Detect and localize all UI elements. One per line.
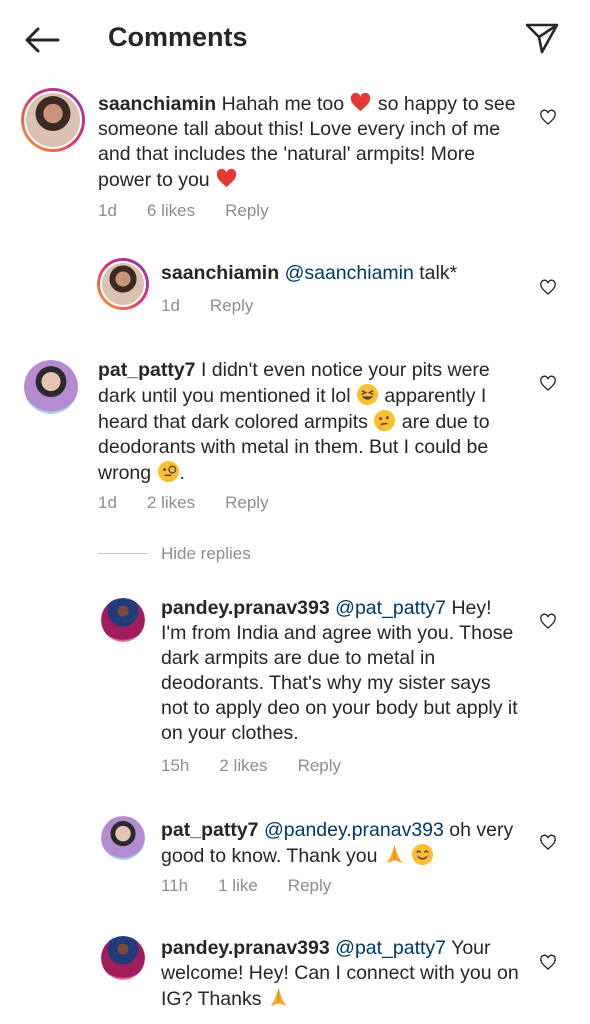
- thinking-face-emoji-icon: [374, 409, 396, 432]
- comment-likes[interactable]: 6 likes: [147, 201, 195, 221]
- avatar[interactable]: [101, 936, 145, 980]
- reply-button[interactable]: Reply: [288, 876, 331, 896]
- paper-plane-icon: [525, 23, 559, 54]
- header: Comments: [0, 0, 590, 80]
- avatar[interactable]: [101, 598, 145, 642]
- comment-username[interactable]: pat_patty7: [98, 359, 196, 381]
- comment-text: pandey.pranav393 @pat_patty7 Hey! I'm fr…: [161, 597, 518, 744]
- mention-link[interactable]: @pandey.pranav393: [264, 819, 444, 841]
- reply-button[interactable]: Reply: [298, 756, 341, 776]
- comment-username[interactable]: pandey.pranav393: [161, 937, 330, 959]
- avatar[interactable]: [21, 88, 85, 152]
- avatar[interactable]: [24, 360, 78, 414]
- heart-icon[interactable]: [539, 375, 557, 393]
- comment-meta: 11h 1 like Reply: [161, 876, 331, 896]
- mention-link[interactable]: @saanchiamin: [285, 262, 414, 284]
- comment-time: 1d: [161, 296, 180, 315]
- reply-button[interactable]: Reply: [225, 201, 268, 221]
- mention-link[interactable]: @pat_patty7: [335, 597, 446, 619]
- avatar[interactable]: [97, 258, 149, 310]
- page-title: Comments: [108, 22, 248, 52]
- comment-likes[interactable]: 2 likes: [219, 756, 267, 776]
- comment-time: 15h: [161, 756, 190, 775]
- comment-meta: 1d Reply: [161, 296, 253, 316]
- comment-text: pat_patty7 @pandey.pranav393 oh very goo…: [161, 819, 514, 867]
- comment-username[interactable]: pandey.pranav393: [161, 597, 330, 619]
- folded-hands-emoji-icon: [270, 988, 287, 1007]
- back-button[interactable]: [22, 24, 62, 56]
- comment-text: saanchiamin Hahah me too so happy to see…: [98, 92, 516, 191]
- comment-username[interactable]: pat_patty7: [161, 819, 259, 841]
- smiling-face-emoji-icon: [412, 843, 434, 866]
- comment-meta: 1d 6 likes Reply: [98, 201, 269, 221]
- heart-icon[interactable]: [539, 613, 557, 631]
- folded-hands-emoji-icon: [386, 845, 403, 864]
- comment-text: saanchiamin @saanchiamin talk*: [161, 262, 458, 284]
- divider: [98, 553, 148, 554]
- comment-username[interactable]: saanchiamin: [98, 93, 216, 115]
- reply-button[interactable]: Reply: [210, 296, 253, 316]
- share-button[interactable]: [524, 20, 560, 56]
- comment-time: 11h: [161, 876, 189, 895]
- monocle-face-emoji-icon: [157, 460, 179, 483]
- arrow-left-icon: [25, 27, 60, 53]
- heart-icon[interactable]: [539, 109, 557, 127]
- red-heart-emoji-icon: [216, 168, 237, 188]
- heart-icon[interactable]: [539, 279, 557, 297]
- mention-link[interactable]: @pat_patty7: [335, 937, 446, 959]
- comment-likes[interactable]: 2 likes: [147, 493, 195, 513]
- grinning-squint-emoji-icon: [356, 383, 379, 406]
- heart-icon[interactable]: [539, 954, 557, 972]
- comment-likes[interactable]: 1 like: [218, 876, 258, 896]
- comment-text: pat_patty7 I didn't even notice your pit…: [98, 359, 490, 484]
- reply-button[interactable]: Reply: [225, 493, 268, 513]
- red-heart-emoji-icon: [351, 92, 371, 112]
- heart-icon[interactable]: [539, 834, 557, 852]
- comment-meta: 15h 2 likes Reply: [161, 756, 341, 776]
- comment-text: pandey.pranav393 @pat_patty7 Your welcom…: [161, 937, 519, 1010]
- comment-meta: 1d 2 likes Reply: [98, 493, 269, 513]
- comment-time: 1d: [98, 493, 117, 512]
- comment-username[interactable]: saanchiamin: [161, 262, 279, 284]
- hide-replies-button[interactable]: Hide replies: [161, 544, 251, 564]
- comment-time: 1d: [98, 201, 117, 220]
- avatar[interactable]: [101, 816, 145, 860]
